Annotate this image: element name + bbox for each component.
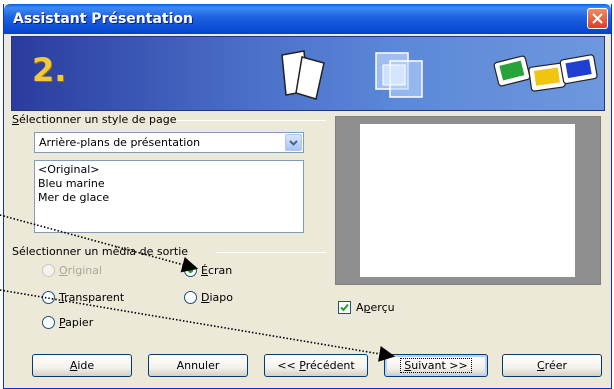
radio-label: Diapo [201,291,233,304]
dropdown-arrow-button[interactable] [285,134,302,151]
radio-button[interactable] [42,264,55,277]
list-item[interactable]: Bleu marine [38,177,300,191]
page-style-group-label: Sélectionner un style de page [12,113,181,126]
cancel-button[interactable]: Annuler [148,354,248,377]
preview-page [360,124,575,277]
chevron-down-icon [289,139,298,146]
create-button[interactable]: Créer [502,354,602,377]
close-icon [592,13,603,24]
page-style-dropdown[interactable]: Arrière-plans de présentation [34,132,304,153]
radio-screen[interactable]: Écran [184,264,232,277]
checkbox[interactable] [338,301,351,314]
step-banner: 2. [11,36,605,111]
help-button[interactable]: Aide [32,354,132,377]
output-medium-group-line [216,252,326,253]
radio-button[interactable] [184,291,197,304]
list-item[interactable]: Mer de glace [38,191,300,205]
radio-button[interactable] [184,264,197,277]
radio-original[interactable]: Original [42,264,102,277]
preview-pane [335,116,601,285]
radio-slide[interactable]: Diapo [184,291,233,304]
close-button[interactable] [587,8,608,29]
list-item[interactable]: <Original> [38,163,300,177]
radio-label: Original [59,264,103,277]
back-button[interactable]: << Précédent [264,354,368,377]
page-style-group-line [176,120,326,121]
pages-icon [281,50,325,100]
page-style-selected: Arrière-plans de présentation [39,136,201,149]
next-button[interactable]: Suivant >> [384,354,488,377]
radio-button[interactable] [42,316,55,329]
preview-checkbox-label: Aperçu [356,301,395,314]
radio-label: Papier [59,316,94,329]
step-number: 2. [32,51,67,89]
radio-transparent[interactable]: Transparent [42,291,124,304]
radio-label: Écran [201,264,233,277]
radio-paper[interactable]: Papier [42,316,93,329]
slides-icon [493,54,598,92]
radio-dot [188,268,193,273]
output-medium-group-label: Sélectionner un média de sortie [12,245,193,258]
wizard-window: Assistant Présentation 2. Sélectionner u… [3,4,612,389]
page-style-list[interactable]: <Original> Bleu marine Mer de glace [34,160,304,233]
transparency-icon [375,52,423,98]
radio-label: Transparent [59,291,125,304]
radio-button[interactable] [42,291,55,304]
title-bar[interactable]: Assistant Présentation [4,4,611,34]
window-title: Assistant Présentation [13,11,193,27]
preview-checkbox[interactable]: Aperçu [338,301,395,314]
check-icon [340,303,349,312]
